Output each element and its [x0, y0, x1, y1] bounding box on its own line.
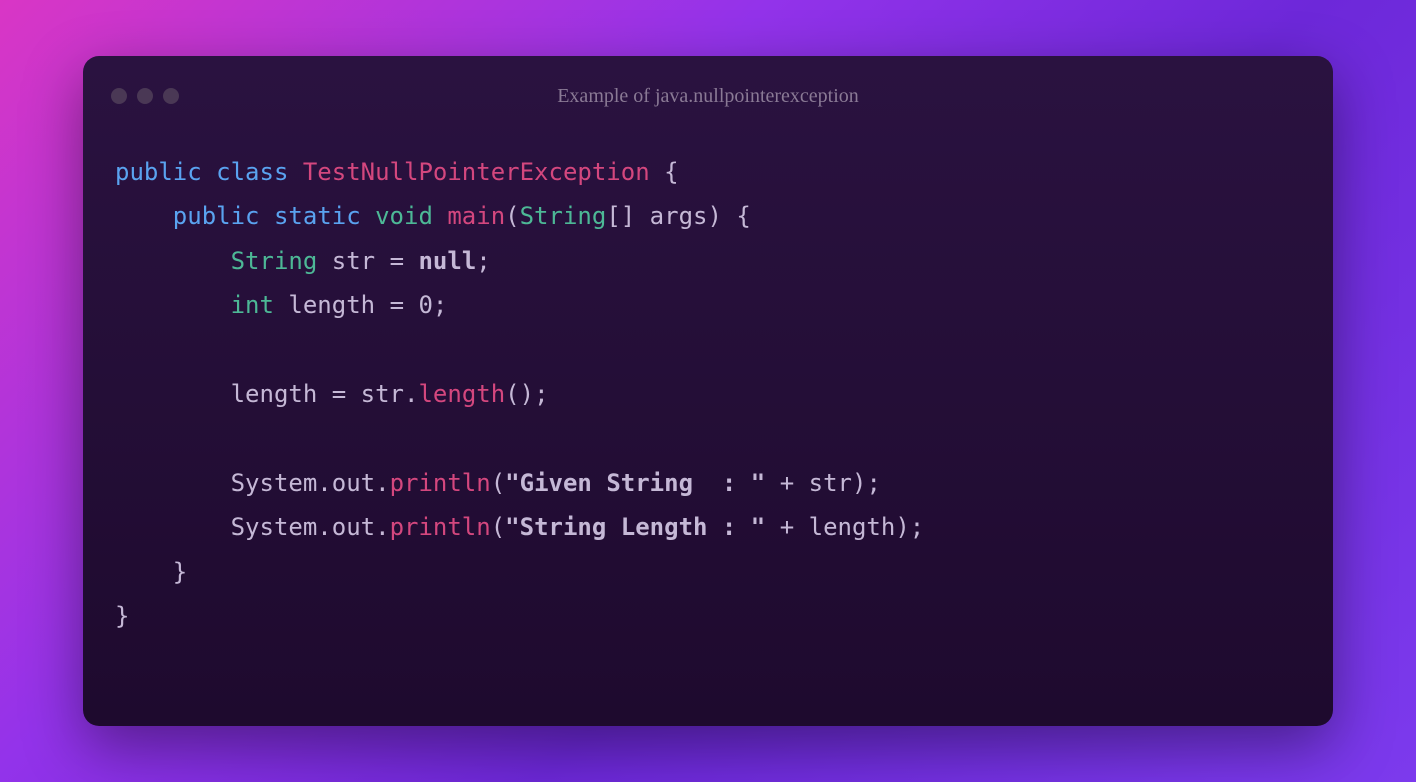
- minimize-dot[interactable]: [137, 88, 153, 104]
- op-dot: .: [317, 513, 331, 541]
- semicolon: ;: [433, 291, 447, 319]
- semicolon: ;: [866, 469, 880, 497]
- brace-open: {: [664, 158, 678, 186]
- kw-void: void: [375, 202, 433, 230]
- titlebar: Example of java.nullpointerexception: [111, 80, 1305, 112]
- param-args: args: [650, 202, 708, 230]
- brackets: []: [606, 202, 635, 230]
- method-length: length: [418, 380, 505, 408]
- type-string: String: [520, 202, 607, 230]
- paren-close: ): [852, 469, 866, 497]
- kw-public: public: [173, 202, 260, 230]
- semicolon: ;: [910, 513, 924, 541]
- var-str: str: [332, 247, 375, 275]
- op-assign: =: [390, 291, 404, 319]
- brace-close: }: [173, 558, 187, 586]
- var-str: str: [361, 380, 404, 408]
- op-plus: +: [780, 469, 794, 497]
- string-literal: "Given String : ": [505, 469, 765, 497]
- brace-close: }: [115, 602, 129, 630]
- brace-open: {: [736, 202, 750, 230]
- method-println: println: [390, 469, 491, 497]
- method-println: println: [390, 513, 491, 541]
- method-main: main: [447, 202, 505, 230]
- op-dot: .: [375, 469, 389, 497]
- type-string: String: [231, 247, 318, 275]
- kw-static: static: [274, 202, 361, 230]
- class-system: System: [231, 513, 318, 541]
- op-dot: .: [375, 513, 389, 541]
- op-dot: .: [404, 380, 418, 408]
- var-length: length: [288, 291, 375, 319]
- var-length: length: [231, 380, 318, 408]
- paren-open: (: [491, 469, 505, 497]
- op-plus: +: [780, 513, 794, 541]
- paren-close: ): [895, 513, 909, 541]
- string-literal: "String Length : ": [505, 513, 765, 541]
- close-dot[interactable]: [111, 88, 127, 104]
- window-controls: [111, 88, 179, 104]
- maximize-dot[interactable]: [163, 88, 179, 104]
- num-zero: 0: [418, 291, 432, 319]
- op-assign: =: [332, 380, 346, 408]
- code-window: Example of java.nullpointerexception pub…: [83, 56, 1333, 726]
- window-title: Example of java.nullpointerexception: [557, 85, 859, 108]
- field-out: out: [332, 513, 375, 541]
- paren-open: (: [505, 202, 519, 230]
- code-block: public class TestNullPointerException { …: [111, 150, 1305, 638]
- paren-close: ): [707, 202, 721, 230]
- class-name: TestNullPointerException: [303, 158, 650, 186]
- var-str: str: [809, 469, 852, 497]
- field-out: out: [332, 469, 375, 497]
- op-assign: =: [390, 247, 404, 275]
- op-dot: .: [317, 469, 331, 497]
- paren-open: (: [491, 513, 505, 541]
- kw-null: null: [418, 247, 476, 275]
- kw-class: class: [216, 158, 288, 186]
- class-system: System: [231, 469, 318, 497]
- kw-public: public: [115, 158, 202, 186]
- var-length: length: [809, 513, 896, 541]
- type-int: int: [231, 291, 274, 319]
- semicolon: ;: [534, 380, 548, 408]
- semicolon: ;: [476, 247, 490, 275]
- parens: (): [505, 380, 534, 408]
